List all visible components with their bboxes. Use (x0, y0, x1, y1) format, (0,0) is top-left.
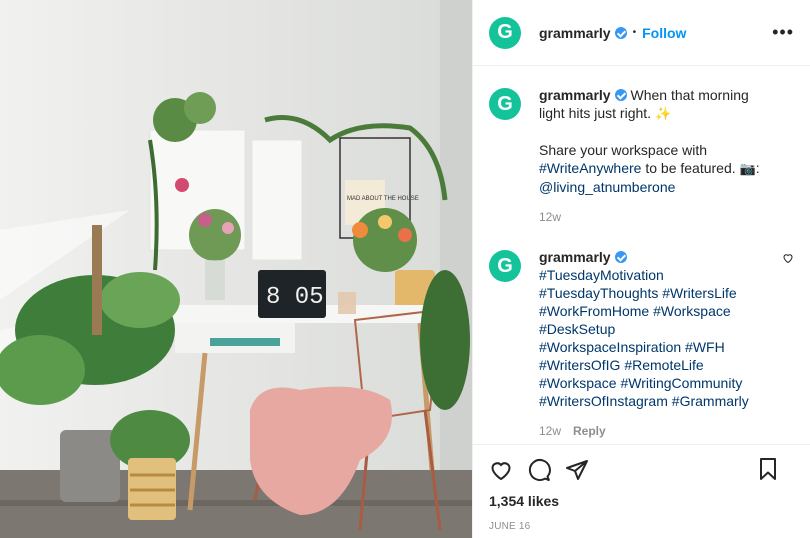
hashtag-link[interactable]: #TuesdayThoughts (539, 285, 658, 301)
hashtag-link[interactable]: #WriteAnywhere (539, 160, 641, 176)
hashtag-link[interactable]: #WorkFromHome (539, 303, 649, 319)
post-date[interactable]: JUNE 16 (489, 521, 794, 532)
hashtag-link[interactable]: #WFH (685, 339, 725, 355)
likes-count[interactable]: 1,354 likes (489, 493, 794, 509)
caption-text-3: to be featured. (645, 160, 736, 176)
caption-timestamp[interactable]: 12w (539, 210, 561, 224)
post-actions: 1,354 likes JUNE 16 (473, 444, 810, 538)
post-header: G grammarly • Follow ••• (473, 0, 810, 66)
caption-colon: : (755, 160, 760, 176)
instagram-post: MAD ABOUT THE HOUSE 8 05 G grammarly • F… (0, 0, 810, 538)
hashtag-link[interactable]: #TuesdayMotivation (539, 267, 664, 283)
hashtag-link[interactable]: #WorkspaceInspiration (539, 339, 681, 355)
avatar-letter: G (497, 92, 513, 115)
comment: G grammarly #TuesdayMotivation #TuesdayT… (489, 248, 794, 440)
hashtag-link[interactable]: #Grammarly (672, 393, 749, 409)
workspace-illustration: MAD ABOUT THE HOUSE 8 05 (0, 0, 472, 538)
comment-meta: 12w Reply (539, 422, 769, 440)
caption-text-2: Share your workspace with (539, 142, 708, 158)
hashtag-link[interactable]: #WritersOfIG (539, 357, 620, 373)
verified-badge-icon (614, 89, 627, 101)
header-username[interactable]: grammarly (539, 25, 611, 41)
share-paper-plane-icon[interactable] (565, 458, 589, 482)
verified-badge-icon (614, 251, 627, 263)
comment-avatar[interactable]: G (489, 250, 521, 282)
sparkle-emoji-icon: ✨ (654, 106, 672, 121)
mention-link[interactable]: @living_atnumberone (539, 179, 675, 195)
caption-meta: 12w (539, 208, 769, 226)
comments-list[interactable]: G grammarly When that morning light hits… (473, 66, 810, 444)
follow-button[interactable]: Follow (642, 25, 686, 41)
verified-badge-icon (614, 26, 627, 39)
clock-display: 8 05 (266, 284, 324, 311)
more-options-icon[interactable]: ••• (772, 22, 794, 43)
hashtag-link[interactable]: #WritersOfInstagram (539, 393, 668, 409)
hashtag-link[interactable]: #WritingCommunity (620, 375, 742, 391)
hashtag-link[interactable]: #DeskSetup (539, 321, 615, 337)
camera-emoji-icon: 📷 (739, 161, 756, 176)
reply-button[interactable]: Reply (573, 424, 606, 438)
comment-like-heart-icon[interactable] (782, 252, 794, 264)
profile-avatar[interactable]: G (489, 16, 521, 49)
avatar-letter: G (497, 21, 513, 43)
caption-avatar[interactable]: G (489, 88, 521, 120)
like-heart-icon[interactable] (489, 458, 513, 482)
post-sidebar: G grammarly • Follow ••• G grammarly Whe… (472, 0, 810, 538)
hashtag-link[interactable]: #RemoteLife (624, 357, 703, 373)
comment-username[interactable]: grammarly (539, 249, 611, 265)
comment-body: grammarly #TuesdayMotivation #TuesdayTho… (539, 248, 769, 440)
caption-username[interactable]: grammarly (539, 87, 611, 103)
hashtag-link[interactable]: #WritersLife (662, 285, 736, 301)
caption: G grammarly When that morning light hits… (489, 86, 794, 226)
caption-body: grammarly When that morning light hits j… (539, 86, 769, 226)
hashtag-link[interactable]: #Workspace (653, 303, 731, 319)
action-icons (489, 455, 794, 485)
comment-timestamp[interactable]: 12w (539, 424, 561, 438)
comment-bubble-icon[interactable] (527, 458, 551, 482)
separator-dot: • (632, 27, 637, 38)
hashtag-link[interactable]: #Workspace (539, 375, 617, 391)
avatar-letter: G (497, 254, 513, 277)
bookmark-save-icon[interactable] (756, 457, 780, 481)
post-photo[interactable]: MAD ABOUT THE HOUSE 8 05 (0, 0, 472, 538)
poster-text: MAD ABOUT THE HOUSE (347, 196, 419, 202)
